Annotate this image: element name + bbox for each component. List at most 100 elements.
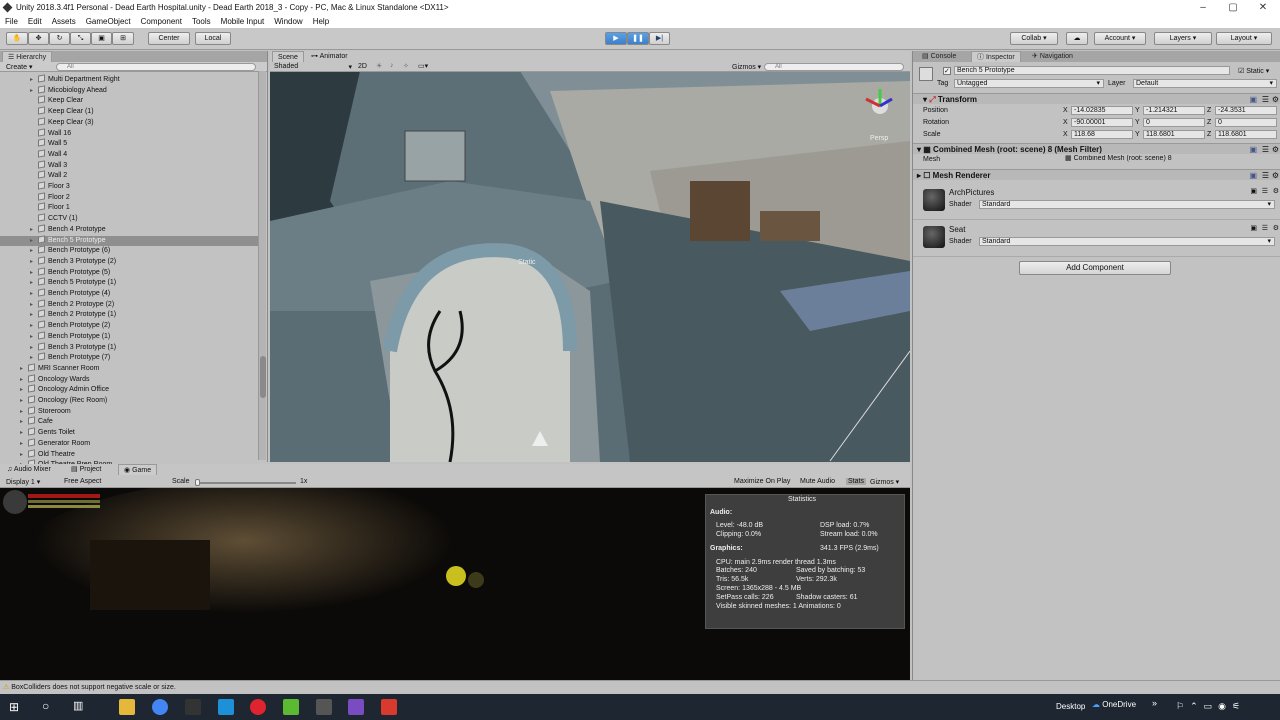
expand-arrow-icon[interactable]: ▸ [30, 268, 38, 279]
transform-scale-y-field[interactable]: 118.6801 [1143, 130, 1205, 139]
transform-position-z-field[interactable]: -24.3531 [1215, 106, 1277, 115]
scene-image-icon[interactable]: ▭▾ [418, 62, 428, 70]
tab-console[interactable]: ▤ Console [917, 51, 961, 62]
hierarchy-item[interactable]: ▸ Storeroom [0, 406, 258, 418]
tab-inspector[interactable]: ⓘ Inspector [971, 51, 1021, 62]
material-gear-icon[interactable]: ⚙ [1273, 187, 1279, 195]
tab-animator[interactable]: ⊶ Animator [306, 51, 353, 62]
tag-dropdown[interactable]: Untagged ▾ [954, 79, 1104, 88]
tab-game[interactable]: ◉ Game [118, 464, 158, 475]
hierarchy-item[interactable]: Keep Clear (3) [0, 117, 258, 129]
hierarchy-item[interactable]: ▸ Bench Prototype (7) [0, 352, 258, 364]
tab-audio-mixer[interactable]: ♫ Audio Mixer [2, 464, 56, 475]
unity-editor-icon[interactable] [316, 699, 332, 715]
stats-toggle[interactable]: Stats [846, 478, 866, 485]
expand-arrow-icon[interactable]: ▸ [20, 428, 28, 439]
meshfilter-help-icon[interactable]: ▣ [1249, 144, 1257, 155]
expand-arrow-icon[interactable]: ▸ [30, 332, 38, 343]
hierarchy-item[interactable]: ▸ Bench 2 Protoype (2) [0, 299, 258, 311]
expand-arrow-icon[interactable]: ▸ [30, 310, 38, 321]
tab-navigation[interactable]: ✈ Navigation [1027, 51, 1078, 62]
transform-gear-icon[interactable]: ⚙ [1272, 94, 1279, 105]
expand-arrow-icon[interactable]: ▸ [20, 450, 28, 461]
scene-viewport[interactable]: Static Persp [270, 51, 910, 462]
display-dropdown[interactable]: Display 1 ▾ [6, 478, 40, 486]
transform-scale-z-field[interactable]: 118.6801 [1215, 130, 1277, 139]
layers-dropdown[interactable]: Layers ▾ [1154, 32, 1212, 45]
tab-project[interactable]: ▤ Project [66, 464, 106, 475]
account-dropdown[interactable]: Account ▾ [1094, 32, 1146, 45]
hierarchy-item[interactable]: Keep Clear [0, 95, 258, 107]
hierarchy-item[interactable]: CCTV (1) [0, 213, 258, 225]
transform-rotation-y-field[interactable]: 0 [1143, 118, 1205, 127]
meshrenderer-settings-icon[interactable]: ☰ [1262, 170, 1269, 181]
hierarchy-item[interactable]: ▸ Bench 3 Prototype (1) [0, 341, 258, 354]
file-explorer-icon[interactable] [119, 699, 135, 715]
mute-audio-toggle[interactable]: Mute Audio [800, 478, 835, 485]
system-tray-icons[interactable]: ⚐⌃▭◉⚟ [1176, 701, 1246, 712]
shader-dropdown[interactable]: Standard ▾ [979, 200, 1275, 209]
transform-rotation-z-field[interactable]: 0 [1215, 118, 1277, 127]
expand-arrow-icon[interactable]: ▸ [20, 364, 28, 375]
expand-arrow-icon[interactable]: ▸ [20, 407, 28, 418]
aspect-dropdown[interactable]: Free Aspect [64, 478, 101, 485]
play-button[interactable]: ▶ [605, 32, 627, 45]
menu-item-tools[interactable]: Tools [187, 15, 216, 28]
material-gear-icon[interactable]: ⚙ [1273, 224, 1279, 232]
transform-position-y-field[interactable]: -1.214321 [1143, 106, 1205, 115]
shading-mode-dropdown[interactable]: Shaded ▾ [274, 63, 352, 71]
scene-gizmos-dropdown[interactable]: Gizmos ▾ [732, 63, 761, 71]
material-help-icon[interactable]: ▣ [1250, 224, 1257, 232]
material-settings-icon[interactable]: ☰ [1262, 224, 1268, 232]
opera-icon[interactable] [250, 699, 266, 715]
material-help-icon[interactable]: ▣ [1250, 187, 1257, 195]
meshfilter-settings-icon[interactable]: ☰ [1262, 144, 1269, 155]
hierarchy-item[interactable]: ▸ Oncology (Rec Room) [0, 395, 258, 407]
hierarchy-item[interactable]: ▸ Bench Prototype (2) [0, 320, 258, 332]
camtasia-green-icon[interactable] [283, 699, 299, 715]
menu-item-window[interactable]: Window [269, 15, 307, 28]
overflow-icon[interactable]: » [1152, 698, 1157, 708]
rotate-tool-icon[interactable]: ↻ [49, 32, 70, 45]
onedrive-label[interactable]: ☁ OneDrive [1092, 700, 1136, 709]
hierarchy-scrollbar-thumb[interactable] [260, 356, 266, 398]
layer-dropdown[interactable]: Default ▾ [1133, 79, 1277, 88]
tab-scene[interactable]: Scene [272, 51, 304, 62]
meshfilter-gear-icon[interactable]: ⚙ [1272, 144, 1279, 155]
expand-arrow-icon[interactable]: ▸ [30, 246, 38, 257]
hierarchy-item[interactable]: ▸ Oncology Admin Office [0, 384, 258, 396]
transform-header[interactable]: ▾ ⤢ Transform ▣ ☰ ⚙ [913, 93, 1280, 104]
expand-arrow-icon[interactable]: ▸ [20, 417, 28, 428]
expand-arrow-icon[interactable]: ▸ [30, 353, 38, 364]
hierarchy-item[interactable]: Floor 3 [0, 181, 258, 193]
expand-arrow-icon[interactable]: ▸ [20, 439, 28, 450]
hierarchy-item[interactable]: ▸ Bench 2 Prototype (1) [0, 309, 258, 321]
add-component-button[interactable]: Add Component [1019, 261, 1171, 275]
audio-icon[interactable]: ♪ [390, 62, 394, 69]
hierarchy-item[interactable]: ▸ Bench Prototype (5) [0, 266, 258, 279]
mesh-field[interactable]: ▦ Combined Mesh (root: scene) 8 [1063, 155, 1277, 164]
hierarchy-item[interactable]: Wall 4 [0, 149, 258, 161]
meshrenderer-help-icon[interactable]: ▣ [1249, 170, 1257, 181]
transform-scale-x-field[interactable]: 118.68 [1071, 130, 1133, 139]
menu-item-edit[interactable]: Edit [23, 15, 47, 28]
scale-slider[interactable] [196, 482, 296, 484]
mesh-renderer-header[interactable]: ▸ ☐ Mesh Renderer ▣ ☰ ⚙ [913, 169, 1280, 180]
pivot-center-button[interactable]: Center [148, 32, 190, 45]
unity-hub-icon[interactable] [185, 699, 201, 715]
material-preview-icon[interactable] [923, 189, 945, 211]
hierarchy-item[interactable]: ▸ Old Theatre [0, 448, 258, 461]
expand-arrow-icon[interactable]: ▸ [30, 343, 38, 354]
expand-arrow-icon[interactable]: ▸ [30, 225, 38, 236]
shader-dropdown[interactable]: Standard ▾ [979, 237, 1275, 246]
expand-arrow-icon[interactable]: ▸ [30, 75, 38, 86]
mesh-filter-header[interactable]: ▾ ▦ Combined Mesh (root: scene) 8 (Mesh … [913, 143, 1280, 154]
collab-button[interactable]: Collab ▾ [1010, 32, 1058, 45]
material-settings-icon[interactable]: ☰ [1262, 187, 1268, 195]
2d-toggle[interactable]: 2D [358, 63, 367, 70]
status-message[interactable]: BoxColliders does not support negative s… [11, 684, 176, 691]
search-icon[interactable]: ○ [42, 699, 49, 713]
transform-settings-icon[interactable]: ☰ [1262, 94, 1269, 105]
scene-search-input[interactable]: All [764, 63, 904, 71]
fx-icon[interactable]: ✧ [403, 62, 409, 70]
